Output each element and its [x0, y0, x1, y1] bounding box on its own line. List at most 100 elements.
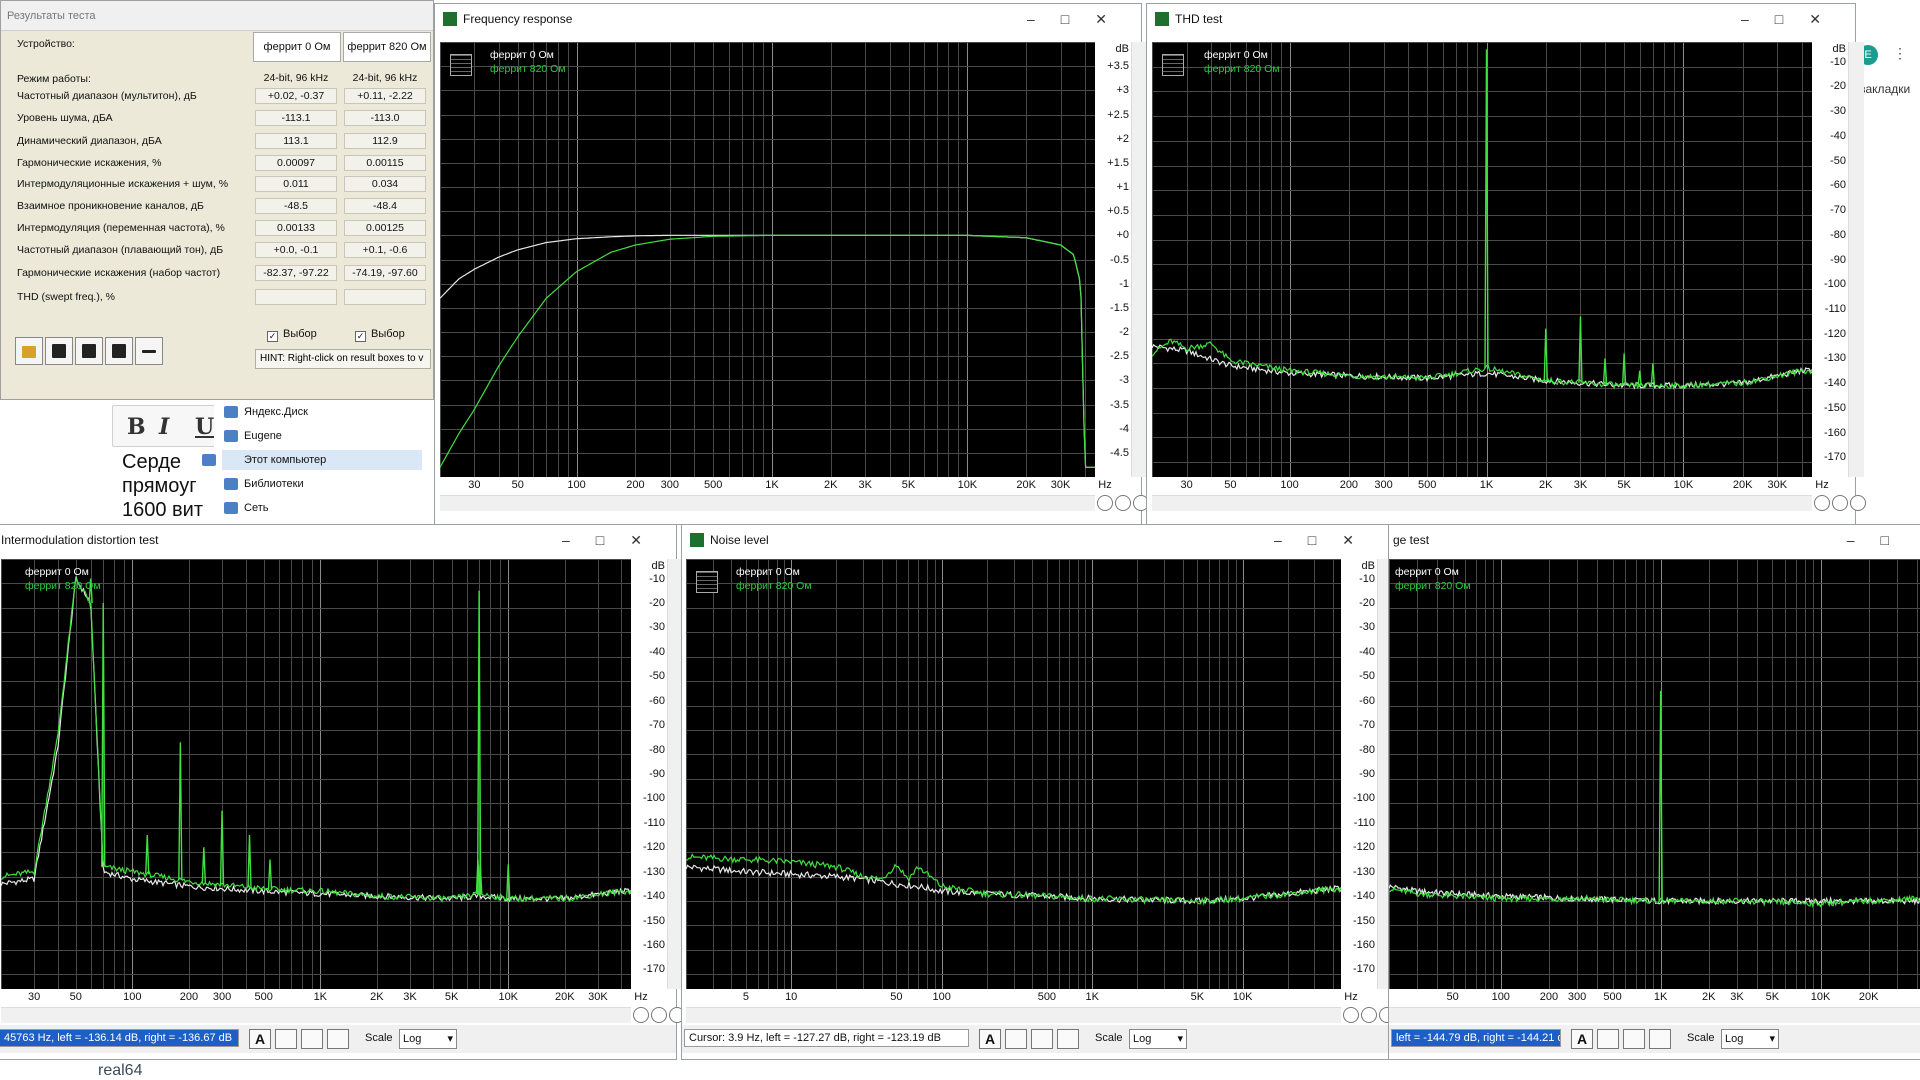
zoom-tool-icon[interactable] — [1031, 1029, 1053, 1049]
result-cell[interactable]: +0.1, -0.6 — [344, 242, 426, 258]
plot-area[interactable] — [686, 559, 1341, 989]
device-box-2[interactable]: феррит 820 Ом — [343, 32, 431, 62]
settings-icon[interactable] — [275, 1029, 297, 1049]
window-controls[interactable]: –□✕ — [1274, 525, 1380, 555]
copy-report-icon[interactable] — [105, 337, 133, 365]
result-cell[interactable]: 113.1 — [255, 133, 337, 149]
y-tick-label: -130 — [1823, 352, 1846, 365]
explorer-item-user[interactable]: Eugene — [224, 426, 282, 446]
font-button[interactable]: A — [249, 1029, 271, 1049]
result-cell[interactable]: -74.19, -97.60 — [344, 265, 426, 281]
save-icon[interactable] — [45, 337, 73, 365]
grid-icon[interactable] — [450, 54, 472, 76]
bold-icon[interactable]: B — [127, 414, 146, 440]
menu-dots-icon[interactable]: ⋮ — [1893, 45, 1907, 62]
y-tick-label: -70 — [1359, 719, 1375, 732]
result-cell[interactable]: 0.034 — [344, 176, 426, 192]
result-cell[interactable]: 112.9 — [344, 133, 426, 149]
y-tick-label: -80 — [649, 743, 665, 756]
result-cell[interactable]: -48.4 — [344, 198, 426, 214]
save-image-icon[interactable] — [1649, 1029, 1671, 1049]
zoom-in-icon[interactable] — [1097, 495, 1113, 511]
horizontal-scrollbar[interactable] — [1152, 495, 1812, 511]
legend-entry: феррит 820 Ом — [736, 580, 812, 592]
font-button[interactable]: A — [1571, 1029, 1593, 1049]
zoom-fit-icon[interactable] — [1850, 495, 1866, 511]
remove-icon[interactable] — [135, 337, 163, 365]
explorer-item-this-pc[interactable]: Этот компьютер — [202, 450, 422, 470]
zoom-in-icon[interactable] — [633, 1007, 649, 1023]
result-cell[interactable]: +0.02, -0.37 — [255, 88, 337, 104]
result-cell[interactable]: -113.1 — [255, 110, 337, 126]
y-tick-label: +2.5 — [1107, 108, 1129, 121]
result-cell[interactable]: -113.0 — [344, 110, 426, 126]
grid-icon[interactable] — [696, 571, 718, 593]
plot-area[interactable] — [1389, 559, 1920, 989]
save-as-icon[interactable] — [75, 337, 103, 365]
horizontal-scrollbar[interactable] — [1, 1007, 631, 1023]
vertical-scrollbar[interactable] — [1131, 42, 1147, 477]
x-tick-label: 100 — [567, 479, 586, 491]
zoom-out-icon[interactable] — [1361, 1007, 1377, 1023]
scale-select[interactable]: Log — [399, 1029, 457, 1049]
italic-icon[interactable]: I — [159, 414, 169, 440]
save-image-icon[interactable] — [327, 1029, 349, 1049]
zoom-out-icon[interactable] — [651, 1007, 667, 1023]
select-checkbox-2[interactable]: ✓ Выбор — [355, 328, 405, 342]
scale-select[interactable]: Log — [1721, 1029, 1779, 1049]
explorer-item-libraries[interactable]: Библиотеки — [224, 474, 304, 494]
zoom-in-icon[interactable] — [1814, 495, 1830, 511]
open-folder-icon[interactable] — [15, 337, 43, 365]
vertical-scrollbar[interactable] — [1848, 42, 1864, 477]
result-cell[interactable] — [255, 289, 337, 305]
y-tick-label: -100 — [1823, 278, 1846, 291]
explorer-item-network[interactable]: Сеть — [223, 498, 268, 518]
result-cell[interactable]: +0.0, -0.1 — [255, 242, 337, 258]
zoom-tool-icon[interactable] — [301, 1029, 323, 1049]
plot-area[interactable] — [1152, 42, 1812, 477]
horizontal-scrollbar[interactable] — [1389, 1007, 1920, 1023]
y-axis: dB -10 -20 -30 -40 -50 -60 -70 -80 -90 -100 -110 -12… — [1341, 559, 1377, 989]
result-cell[interactable]: 24-bit, 96 kHz — [255, 71, 337, 87]
device-box-1[interactable]: феррит 0 Ом — [253, 32, 341, 62]
result-cell[interactable]: -48.5 — [255, 198, 337, 214]
grid-icon[interactable] — [1162, 54, 1184, 76]
zoom-out-icon[interactable] — [1832, 495, 1848, 511]
result-cell[interactable]: 0.00133 — [255, 220, 337, 236]
y-axis: dB +3.5 +3 +2.5 +2 +1.5 +1 +0.5 +0 -0.5 -1 -1.5 -2 -2… — [1095, 42, 1131, 477]
result-cell[interactable]: 0.011 — [255, 176, 337, 192]
y-tick-label: -90 — [1830, 253, 1846, 266]
window-controls[interactable]: –□✕ — [562, 525, 668, 555]
select-checkbox-1[interactable]: ✓ Выбор — [267, 328, 317, 342]
horizontal-scrollbar[interactable] — [686, 1007, 1341, 1023]
settings-icon[interactable] — [1597, 1029, 1619, 1049]
x-tick-label: 10K — [498, 991, 519, 1003]
plot-area[interactable] — [1, 559, 631, 989]
result-cell[interactable]: -82.37, -97.22 — [255, 265, 337, 281]
underline-icon[interactable]: U — [195, 414, 214, 440]
x-tick-label: 50 — [69, 991, 82, 1003]
window-controls[interactable]: –□✕ — [1027, 4, 1133, 34]
plot-area[interactable] — [440, 42, 1095, 477]
zoom-in-icon[interactable] — [1343, 1007, 1359, 1023]
window-controls[interactable]: –□ — [1847, 525, 1915, 555]
zoom-tool-icon[interactable] — [1623, 1029, 1645, 1049]
bookmarks-label[interactable]: закладки — [1860, 82, 1910, 96]
editor-line: Серде — [122, 451, 182, 473]
save-image-icon[interactable] — [1057, 1029, 1079, 1049]
horizontal-scrollbar[interactable] — [440, 495, 1095, 511]
zoom-out-icon[interactable] — [1115, 495, 1131, 511]
explorer-item-yandex-disk[interactable]: Яндекс.Диск — [224, 402, 308, 422]
app-icon — [443, 12, 457, 26]
x-tick-label: 5 — [742, 991, 749, 1003]
settings-icon[interactable] — [1005, 1029, 1027, 1049]
result-cell[interactable] — [344, 289, 426, 305]
result-cell[interactable]: 24-bit, 96 kHz — [344, 71, 426, 87]
font-button[interactable]: A — [979, 1029, 1001, 1049]
result-cell[interactable]: 0.00115 — [344, 155, 426, 171]
result-cell[interactable]: 0.00097 — [255, 155, 337, 171]
scale-select[interactable]: Log — [1129, 1029, 1187, 1049]
result-cell[interactable]: +0.11, -2.22 — [344, 88, 426, 104]
result-cell[interactable]: 0.00125 — [344, 220, 426, 236]
window-controls[interactable]: –□✕ — [1741, 4, 1847, 34]
